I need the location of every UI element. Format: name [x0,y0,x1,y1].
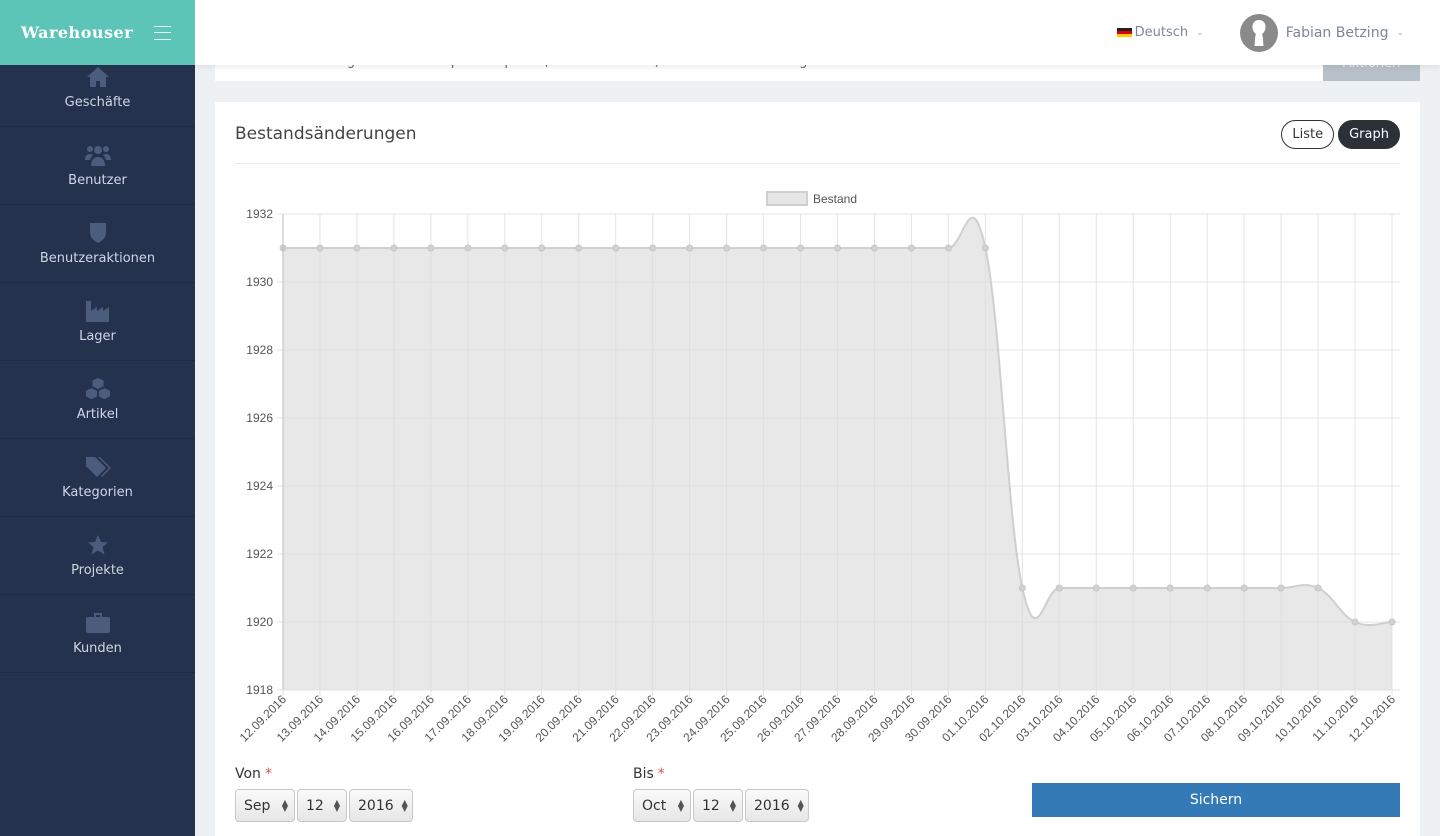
page-title: Bestandsänderungen [235,124,417,144]
data-point [944,244,952,252]
data-point [501,244,509,252]
stock-changes-panel: Bestandsänderungen Liste Graph Bestand 19… [215,102,1420,836]
data-point [538,244,546,252]
sidebar-item-benutzeraktionen[interactable]: Benutzeraktionen [0,205,195,283]
sidebar-item-kunden[interactable]: Kunden [0,595,195,673]
data-point [760,244,768,252]
stock-chart: Bestand191819201922192419261928193019321… [237,191,1400,745]
chevron-down-icon: ⌄ [1396,27,1404,38]
data-point [649,244,657,252]
y-tick-label: 1924 [246,479,273,493]
y-tick-label: 1918 [246,683,273,697]
divider [235,163,1400,164]
from-year-select[interactable]: 2016 ▲ ▼ [349,789,413,822]
data-point [1092,584,1100,592]
to-day-select[interactable]: 12 ▲ ▼ [693,789,743,822]
data-point [834,244,841,252]
to-year-select[interactable]: 2016 ▲ ▼ [745,789,809,822]
sidebar-item-label: Kategorien [62,485,133,500]
language-dropdown[interactable]: Deutsch ⌄ [1116,25,1204,40]
sidebar-item-artikel[interactable]: Artikel [0,361,195,439]
from-label: Von * [235,766,272,782]
sidebar-item-label: Benutzeraktionen [39,251,156,266]
data-point [723,244,731,252]
sidebar-item-label: Geschäfte [64,95,131,110]
y-tick-label: 1930 [246,275,273,289]
data-point [353,244,361,252]
to-label: Bis * [633,766,665,782]
sidebar-item-label: Lager [79,329,116,344]
top-header: Deutsch ⌄ Fabian Betzing ⌄ [195,0,1440,65]
y-tick-label: 1922 [246,547,273,561]
data-point [1314,584,1322,592]
sidebar: Geschäfte Benutzer Benutzeraktionen Lage… [0,0,195,836]
data-point [981,244,989,252]
user-silhouette-icon [1252,19,1266,46]
data-point [316,244,324,252]
data-point [907,244,915,252]
series-area-bestand [283,217,1392,690]
cubes-icon [85,377,111,401]
sidebar-item-label: Benutzer [68,173,127,188]
user-name: Fabian Betzing [1285,24,1389,41]
sidebar-item-lager[interactable]: Lager [0,283,195,361]
legend-swatch [766,191,808,206]
from-day-select[interactable]: 12 ▲ ▼ [297,789,347,822]
data-point [575,244,583,252]
star-icon [85,533,111,557]
view-toggle: Liste Graph [1281,120,1400,149]
data-point [870,244,878,252]
data-point [1388,618,1396,626]
data-point [1351,618,1359,626]
from-date: Sep ▲ ▼ 12 ▲ ▼ 2016 ▲ ▼ [235,789,413,822]
data-point [1240,584,1248,592]
to-month-select[interactable]: Oct ▲ ▼ [633,789,691,822]
briefcase-icon [85,611,111,635]
data-point [464,244,472,252]
data-point [1055,584,1063,592]
brand-logo[interactable]: Warehouser [21,23,133,42]
data-point [612,244,620,252]
users-icon [84,143,111,167]
data-point [686,244,694,252]
y-tick-label: 1926 [246,411,273,425]
language-label: Deutsch [1134,25,1189,40]
legend-label: Bestand [813,192,857,206]
to-date: Oct ▲ ▼ 12 ▲ ▼ 2016 ▲ ▼ [633,789,809,822]
data-point [1203,584,1211,592]
save-button[interactable]: Sichern [1032,783,1400,817]
data-point [1277,584,1285,592]
data-point [797,244,805,252]
y-tick-label: 1932 [246,207,273,221]
sidebar-item-label: Kunden [73,641,122,656]
menu-toggle-icon[interactable] [154,25,172,40]
user-menu[interactable]: Fabian Betzing ⌄ [1239,13,1404,52]
data-point [390,244,398,252]
list-view-button[interactable]: Liste [1281,120,1335,149]
tags-icon [85,455,111,479]
sidebar-item-label: Projekte [71,563,124,578]
home-icon [85,65,111,89]
chevron-down-icon: ⌄ [1196,27,1204,38]
sidebar-item-label: Artikel [76,407,119,422]
y-tick-label: 1920 [246,615,273,629]
german-flag-icon [1116,27,1132,38]
avatar [1239,13,1278,52]
brand-bar: Warehouser [0,0,195,65]
sidebar-item-benutzer[interactable]: Benutzer [0,127,195,205]
data-point [1129,584,1137,592]
factory-icon [85,299,111,323]
data-point [427,244,435,252]
sidebar-nav: Geschäfte Benutzer Benutzeraktionen Lage… [0,49,195,673]
sidebar-item-kategorien[interactable]: Kategorien [0,439,195,517]
shield-icon [85,221,111,245]
from-month-select[interactable]: Sep ▲ ▼ [235,789,295,822]
data-point [1018,584,1026,592]
graph-view-button[interactable]: Graph [1338,120,1400,149]
data-point [1166,584,1174,592]
sidebar-item-projekte[interactable]: Projekte [0,517,195,595]
y-tick-label: 1928 [246,343,273,357]
